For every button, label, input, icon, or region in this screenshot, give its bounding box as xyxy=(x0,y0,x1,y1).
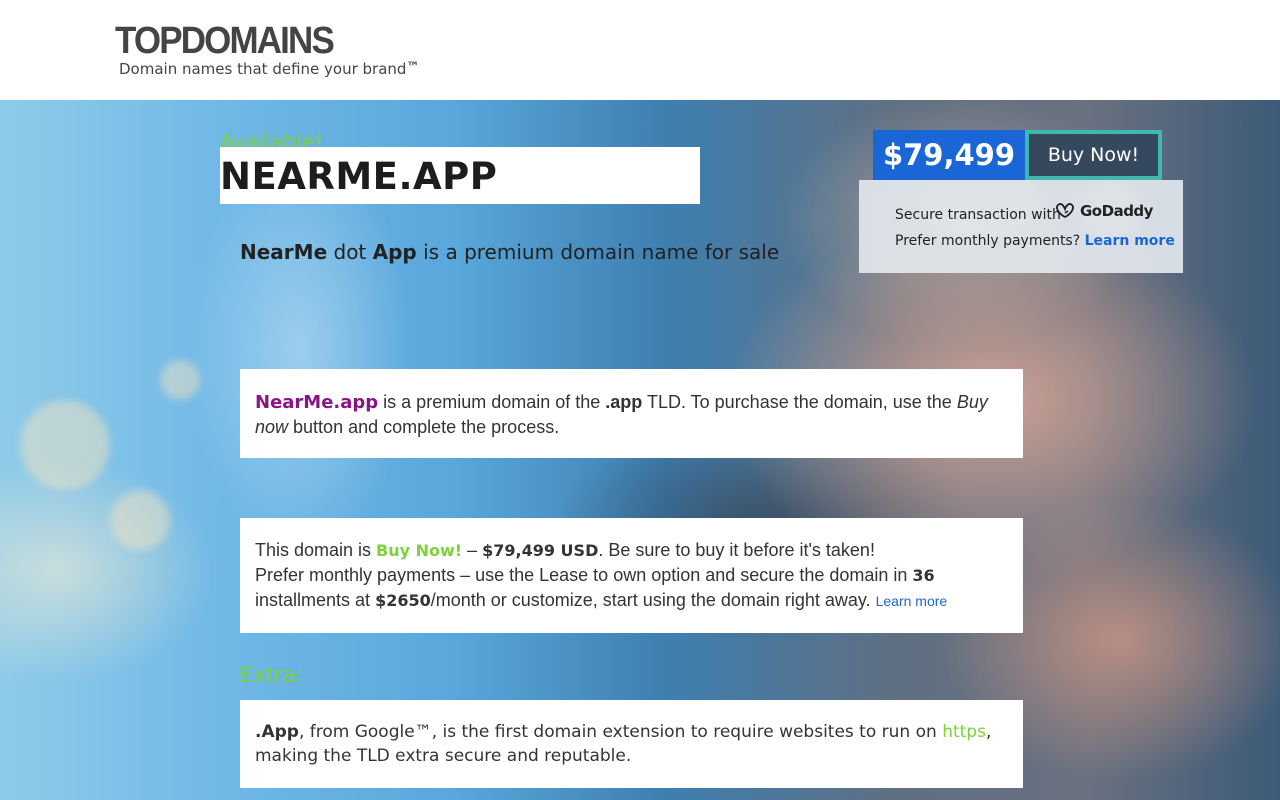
extra-text-2: , is the first domain extension to requi… xyxy=(431,722,943,742)
card2-text-3: . Be sure to buy it before it's taken! xyxy=(598,540,875,560)
card2-learn-more-link[interactable]: Learn more xyxy=(876,593,948,609)
subtitle-rest: is a premium domain name for sale xyxy=(416,240,780,264)
domain-description-card: NearMe.app is a premium domain of the .a… xyxy=(240,369,1023,458)
card-domain-name: NearMe.app xyxy=(255,392,379,413)
secure-transaction-panel: Secure transaction with GoDaddy Prefer m… xyxy=(859,180,1183,273)
card1-text-1: is a premium domain of the xyxy=(378,392,606,412)
site-header: TOPDOMAINS Domain names that define your… xyxy=(0,0,1280,100)
godaddy-wordmark: GoDaddy xyxy=(1080,202,1153,220)
card2-status: Buy Now! xyxy=(376,541,463,560)
trademark-mark: ™ xyxy=(406,60,420,75)
extra-info-card: .App, from Google™, is the first domain … xyxy=(240,700,1023,788)
domain-name: NEARME.APP xyxy=(220,155,498,198)
monthly-payment-prompt: Prefer monthly payments? Learn more xyxy=(895,233,1175,249)
extra-tld: .App xyxy=(255,722,299,742)
extra-google: Google™ xyxy=(354,722,432,742)
extra-label: Extra: xyxy=(240,663,303,687)
godaddy-logo: GoDaddy xyxy=(1054,202,1153,220)
price-display: $79,499 xyxy=(873,130,1025,180)
subtitle-word-app: App xyxy=(372,240,417,264)
domain-title-box: NEARME.APP xyxy=(220,147,700,204)
secure-transaction-text: Secure transaction with xyxy=(895,207,1061,223)
card2-monthly-price: $2650 xyxy=(375,591,431,610)
card2-text-1: This domain is xyxy=(255,540,377,560)
card2-text-2: – xyxy=(462,540,483,560)
card2-installments: 36 xyxy=(912,566,935,585)
extra-https: https xyxy=(942,722,986,742)
card1-text-3: button and complete the process. xyxy=(288,417,560,437)
card2-text-5: installments at xyxy=(255,590,376,610)
pricing-details-card: This domain is Buy Now! – $79,499 USD. B… xyxy=(240,518,1023,633)
site-logo[interactable]: TOPDOMAINS xyxy=(115,20,335,63)
monthly-payment-text: Prefer monthly payments? xyxy=(895,233,1085,249)
card1-text-2: TLD. To purchase the domain, use the xyxy=(642,392,957,412)
card1-tld: .app xyxy=(605,392,643,412)
card2-text-4: Prefer monthly payments – use the Lease … xyxy=(255,565,913,585)
domain-subtitle: NearMe dot App is a premium domain name … xyxy=(240,240,779,264)
subtitle-word-nearme: NearMe xyxy=(240,240,328,264)
card2-text-6: /month or customize, start using the dom… xyxy=(430,590,876,610)
extra-text-1: , from xyxy=(298,722,355,742)
subtitle-dot: dot xyxy=(327,240,373,264)
tagline-text: Domain names that define your brand xyxy=(119,60,407,78)
site-tagline: Domain names that define your brand™ xyxy=(119,60,419,78)
buy-now-button[interactable]: Buy Now! xyxy=(1025,130,1162,180)
card2-price: $79,499 USD xyxy=(482,541,599,560)
godaddy-icon xyxy=(1056,203,1074,219)
learn-more-link[interactable]: Learn more xyxy=(1085,233,1175,249)
